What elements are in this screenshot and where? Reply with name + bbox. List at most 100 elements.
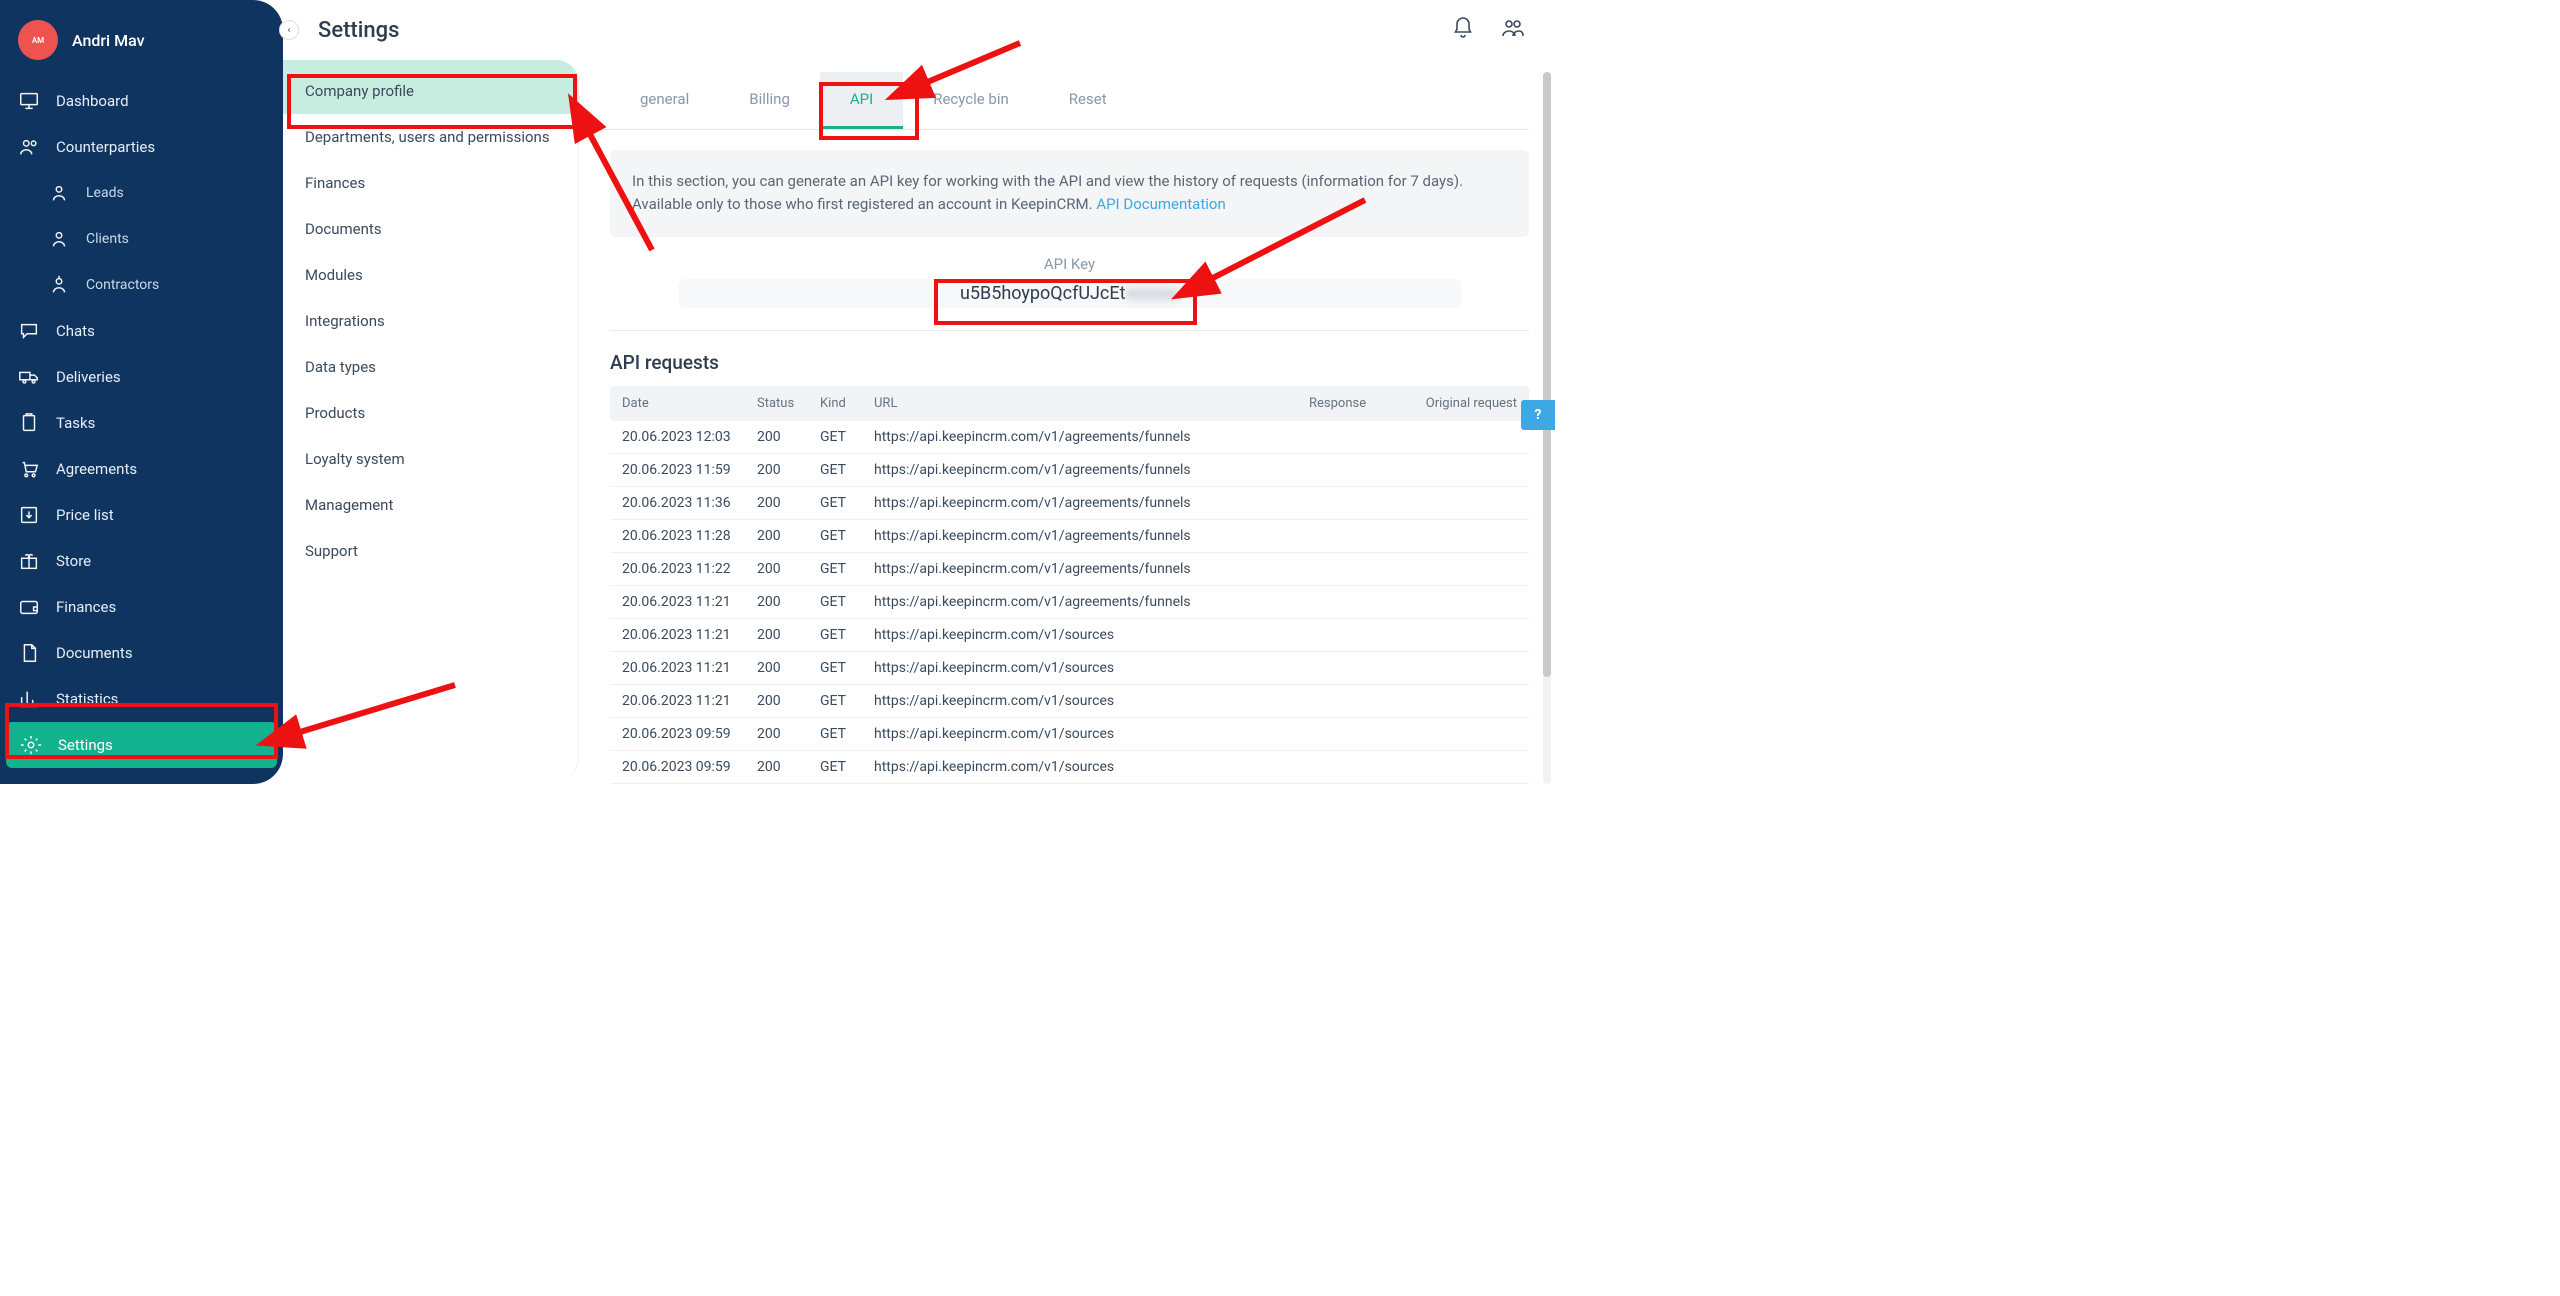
request-row[interactable]: 20.06.2023 11:36200GEThttps://api.keepin… [610,487,1529,520]
cell-date: 20.06.2023 11:21 [622,660,757,676]
cell-url: https://api.keepincrm.com/v1/sources [874,726,1309,742]
cell-date: 20.06.2023 11:21 [622,594,757,610]
help-button[interactable]: ? [1521,400,1555,430]
tab-billing[interactable]: Billing [719,72,820,129]
sidebar-item-label: Documents [56,644,133,662]
wallet-icon [18,596,40,618]
cell-status: 200 [757,528,820,544]
settings-subnav-loyalty-system[interactable]: Loyalty system [283,436,578,482]
truck-icon [18,366,40,388]
info-box: In this section, you can generate an API… [610,150,1529,237]
cell-date: 20.06.2023 11:36 [622,495,757,511]
sidebar-item-deliveries[interactable]: Deliveries [0,354,283,400]
cell-kind: GET [820,693,874,709]
request-row[interactable]: 20.06.2023 11:21200GEThttps://api.keepin… [610,685,1529,718]
cell-status: 200 [757,759,820,775]
tab-recycle-bin[interactable]: Recycle bin [903,72,1039,129]
sidebar-item-dashboard[interactable]: Dashboard [0,78,283,124]
col-kind: Kind [820,396,874,411]
tab-api[interactable]: API [820,72,903,129]
cell-response [1309,594,1397,610]
request-row[interactable]: 20.06.2023 11:21200GEThttps://api.keepin… [610,619,1529,652]
settings-subnav-documents[interactable]: Documents [283,206,578,252]
settings-subnav: Company profileDepartments, users and pe… [283,60,579,780]
cell-status: 200 [757,726,820,742]
settings-subnav-data-types[interactable]: Data types [283,344,578,390]
sidebar-item-documents[interactable]: Documents [0,630,283,676]
sidebar-item-label: Chats [56,322,95,340]
api-key-field[interactable]: u5B5hoypoQcfUJcEtxxxxxx [679,279,1461,309]
api-doc-link[interactable]: API Documentation [1096,195,1225,213]
cell-date: 20.06.2023 11:59 [622,462,757,478]
sidebar-item-tasks[interactable]: Tasks [0,400,283,446]
api-key-value-visible: u5B5hoypoQcfUJcEt [960,283,1126,304]
monitor-icon [18,90,40,112]
settings-subnav-management[interactable]: Management [283,482,578,528]
sidebar-item-leads[interactable]: Leads [0,170,283,216]
request-row[interactable]: 20.06.2023 09:59200GEThttps://api.keepin… [610,751,1529,784]
sidebar-item-contractors[interactable]: Contractors [0,262,283,308]
sidebar-item-price-list[interactable]: Price list [0,492,283,538]
cell-kind: GET [820,759,874,775]
request-row[interactable]: 20.06.2023 11:22200GEThttps://api.keepin… [610,553,1529,586]
request-row[interactable]: 20.06.2023 09:59200GEThttps://api.keepin… [610,718,1529,751]
request-row[interactable]: 20.06.2023 11:21200GEThttps://api.keepin… [610,586,1529,619]
cell-url: https://api.keepincrm.com/v1/sources [874,693,1309,709]
clipboard-icon [18,412,40,434]
settings-subnav-modules[interactable]: Modules [283,252,578,298]
cell-url: https://api.keepincrm.com/v1/sources [874,627,1309,643]
cell-response [1309,693,1397,709]
sidebar-item-clients[interactable]: Clients [0,216,283,262]
sidebar-item-statistics[interactable]: Statistics [0,676,283,722]
tab-general[interactable]: general [610,72,719,129]
settings-subnav-support[interactable]: Support [283,528,578,574]
sidebar-item-store[interactable]: Store [0,538,283,584]
cell-url: https://api.keepincrm.com/v1/agreements/… [874,429,1309,445]
cell-original [1397,693,1517,709]
collapse-sidebar-button[interactable]: ‹ [279,20,299,40]
settings-subnav-finances[interactable]: Finances [283,160,578,206]
cell-kind: GET [820,561,874,577]
person-icon [48,228,70,250]
sidebar-item-finances[interactable]: Finances [0,584,283,630]
cell-date: 20.06.2023 11:21 [622,627,757,643]
divider [610,330,1529,331]
cell-url: https://api.keepincrm.com/v1/agreements/… [874,495,1309,511]
cell-kind: GET [820,429,874,445]
cell-original [1397,495,1517,511]
sidebar-item-label: Counterparties [56,138,155,156]
user-block[interactable]: AM Andri Mav [0,0,283,78]
sidebar-item-label: Clients [86,231,129,247]
cell-response [1309,462,1397,478]
settings-subnav-departments-users-and-permissions[interactable]: Departments, users and permissions [283,114,578,160]
settings-subnav-products[interactable]: Products [283,390,578,436]
users-icon[interactable] [1501,16,1525,44]
cart-icon [18,458,40,480]
settings-subnav-company-profile[interactable]: Company profile [283,60,578,114]
gift-icon [18,550,40,572]
sidebar-item-label: Tasks [56,414,95,432]
sidebar-item-settings[interactable]: Settings [6,722,277,768]
request-row[interactable]: 20.06.2023 11:28200GEThttps://api.keepin… [610,520,1529,553]
sidebar-item-agreements[interactable]: Agreements [0,446,283,492]
content: generalBillingAPIRecycle binReset In thi… [600,72,1539,784]
cell-original [1397,627,1517,643]
sidebar-item-counterparties[interactable]: Counterparties [0,124,283,170]
cell-date: 20.06.2023 09:59 [622,726,757,742]
request-row[interactable]: 20.06.2023 11:21200GEThttps://api.keepin… [610,652,1529,685]
download-icon [18,504,40,526]
sidebar-item-label: Finances [56,598,116,616]
request-row[interactable]: 20.06.2023 11:59200GEThttps://api.keepin… [610,454,1529,487]
bell-icon[interactable] [1451,16,1475,44]
tab-reset[interactable]: Reset [1039,72,1137,129]
cell-url: https://api.keepincrm.com/v1/agreements/… [874,462,1309,478]
cell-original [1397,594,1517,610]
cell-status: 200 [757,627,820,643]
cell-response [1309,660,1397,676]
cell-url: https://api.keepincrm.com/v1/sources [874,660,1309,676]
sidebar-item-chats[interactable]: Chats [0,308,283,354]
request-row[interactable]: 20.06.2023 12:03200GEThttps://api.keepin… [610,421,1529,454]
cell-original [1397,561,1517,577]
settings-subnav-integrations[interactable]: Integrations [283,298,578,344]
cell-original [1397,429,1517,445]
